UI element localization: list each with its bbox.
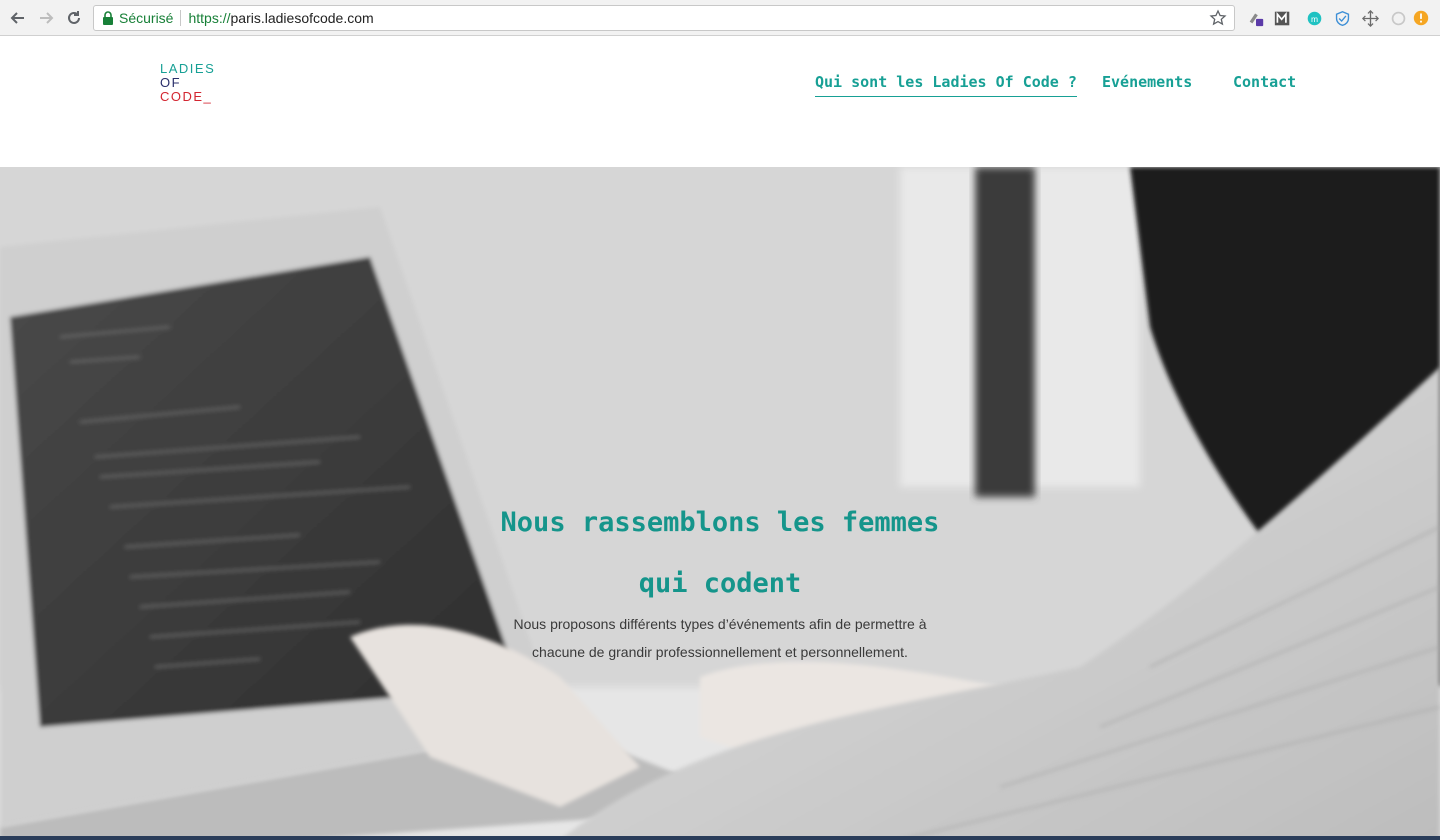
alert-extension-icon[interactable] <box>1411 8 1431 28</box>
logo-code: CODE_ <box>160 89 213 104</box>
forward-button[interactable] <box>35 7 57 29</box>
ladies-of-code-logo[interactable]: LADIES OF CODE_ <box>160 62 215 104</box>
hero-title-line1: Nous rassemblons les femmes <box>500 507 940 538</box>
hero-description-line2: chacune de grandir professionnellement e… <box>532 644 908 660</box>
back-button[interactable] <box>7 7 29 29</box>
nav-item-qui-sont[interactable]: Qui sont les Ladies Of Code ? <box>815 73 1077 97</box>
bookmark-star-icon[interactable] <box>1209 9 1227 27</box>
url-host: paris.ladiesofcode.com <box>230 10 374 26</box>
bottom-edge-bar <box>0 836 1440 840</box>
address-separator <box>180 10 182 26</box>
shield-extension-icon[interactable] <box>1332 8 1352 28</box>
nav-item-contact[interactable]: Contact <box>1233 73 1296 97</box>
hero-title-line2: qui codent <box>638 568 802 599</box>
refresh-extension-icon[interactable] <box>1388 8 1408 28</box>
svg-text:m: m <box>1310 13 1317 23</box>
forward-arrow-icon <box>40 12 54 24</box>
nav-item-evenements[interactable]: Evénements <box>1102 73 1192 97</box>
secure-label: Sécurisé <box>119 10 174 26</box>
lock-icon <box>103 11 113 25</box>
extension-puzzle-icon[interactable] <box>1246 8 1266 28</box>
reload-icon <box>68 11 80 24</box>
hero-description-line1: Nous proposons différents types d’événem… <box>513 616 927 632</box>
url-protocol: https:// <box>188 10 231 26</box>
logo-ladies: LADIES <box>160 61 216 76</box>
hero-background-photo <box>0 167 1440 840</box>
hero-section: Nous rassemblons les femmes qui codent N… <box>0 167 1440 840</box>
site-header: LADIES OF CODE_ Qui sont les Ladies Of C… <box>0 37 1440 167</box>
back-arrow-icon <box>10 12 24 24</box>
m-circle-extension-icon[interactable]: m <box>1304 8 1324 28</box>
move-extension-icon[interactable] <box>1360 8 1380 28</box>
m-extension-icon[interactable] <box>1272 8 1292 28</box>
browser-toolbar: Sécurisé https:// paris.ladiesofcode.com… <box>0 0 1440 36</box>
logo-of: OF <box>160 75 182 90</box>
reload-button[interactable] <box>63 7 85 29</box>
address-bar[interactable]: Sécurisé https:// paris.ladiesofcode.com <box>93 5 1235 31</box>
